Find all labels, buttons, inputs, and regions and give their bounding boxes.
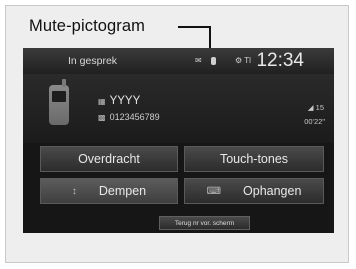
- mute-callout-label: Mute-pictogram: [29, 17, 146, 35]
- call-status-title: In gesprek: [68, 55, 118, 67]
- contact-name: ▦ YYYY: [98, 95, 140, 107]
- mute-button-label: Dempen: [98, 184, 147, 198]
- mobile-phone-icon: [49, 79, 69, 125]
- hang-up-button[interactable]: ⌨ Ophangen: [184, 178, 324, 204]
- clock: 12:34: [256, 50, 304, 71]
- back-button[interactable]: Terug nr vor. scherm: [159, 216, 250, 230]
- contact-number: ▩ 0123456789: [98, 112, 160, 122]
- status-bar: In gesprek ✉ ⚙ Tl 12:34: [23, 48, 334, 74]
- mute-button-icon: ↕: [71, 185, 77, 197]
- hang-up-button-label: Ophangen: [243, 184, 302, 198]
- contact-name-text: YYYY: [109, 95, 141, 107]
- signal-strength-value: 15: [315, 103, 324, 112]
- mute-icon: [211, 57, 216, 65]
- contact-number-text: 0123456789: [109, 112, 160, 122]
- contact-type-icon: ▦: [98, 97, 106, 106]
- mute-button[interactable]: ↕ Dempen: [40, 178, 178, 204]
- hang-up-icon: ⌨: [206, 185, 222, 197]
- number-type-icon: ▩: [98, 113, 106, 122]
- back-button-label: Terug nr vor. scherm: [174, 219, 235, 227]
- message-icon: ✉: [195, 56, 202, 65]
- signal-strength: ◢ 15: [308, 103, 324, 112]
- signal-icon: ◢: [307, 103, 314, 112]
- call-duration: 00'22": [304, 117, 325, 126]
- transfer-button-label: Overdracht: [78, 152, 140, 166]
- callout-leader-horizontal: [178, 26, 211, 28]
- phone-call-screen: In gesprek ✉ ⚙ Tl 12:34 ▦ YYYY ▩ 012345678…: [23, 48, 334, 233]
- transfer-button[interactable]: Overdracht: [40, 146, 178, 172]
- status-indicators: ⚙ Tl: [235, 56, 251, 65]
- touch-tones-button[interactable]: Touch-tones: [184, 146, 324, 172]
- touch-tones-button-label: Touch-tones: [219, 152, 289, 166]
- call-info-panel: [23, 74, 334, 143]
